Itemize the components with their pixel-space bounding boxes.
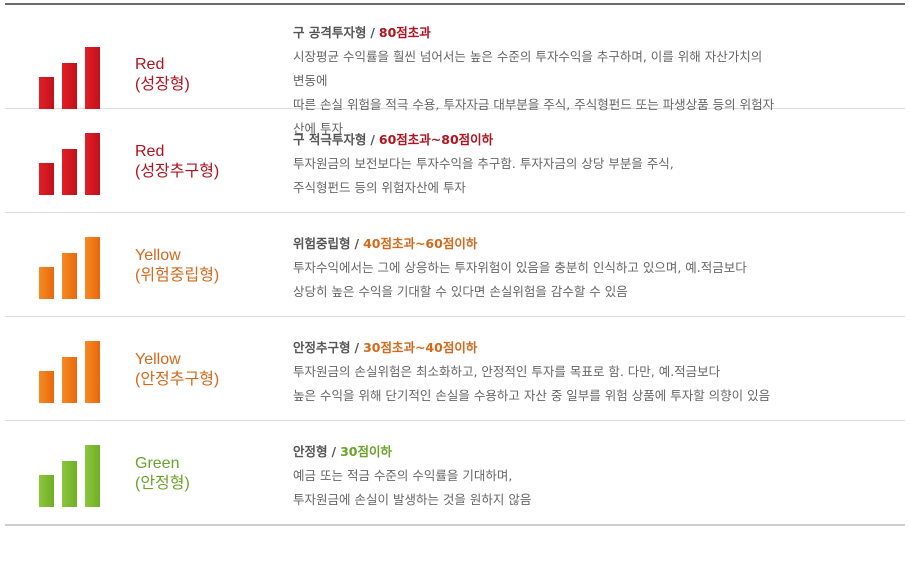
heading-separator: / [354,236,360,251]
bar-chart-bar-mid [62,461,77,507]
risk-type-table: Red (성장형) 구 공격투자형 / 80점초과 시장평균 수익률을 훨씬 넘… [5,3,905,526]
bar-chart-bar-high [85,133,100,195]
bar-chart-icon [39,445,101,507]
bar-chart-bar-mid [62,63,77,109]
risk-color-name: Yellow [135,247,181,264]
risk-row-growth-seeking: Red (성장추구형) 구 적극투자형 / 60점초과~80점이하 투자원금의 … [5,109,905,213]
risk-heading: 위험중립형 [293,236,351,251]
risk-label: Green (안정형) [135,454,275,494]
risk-heading: 구 공격투자형 [293,25,367,40]
risk-label: Red (성장추구형) [135,142,275,182]
bar-chart-icon [39,341,101,403]
risk-type-label: (안정추구형) [135,371,220,388]
description-line: 투자수익에서는 그에 상응하는 투자위험이 있음을 충분히 인식하고 있으며, … [293,260,747,275]
description-line: 투자원금의 보전보다는 투자수익을 추구함. 투자자금의 상당 부분을 주식, [293,156,674,171]
bar-chart-bar-high [85,445,100,507]
heading-separator: / [370,25,375,40]
description-line: 예금 또는 적금 수준의 수익률을 기대하며, [293,468,513,483]
risk-description: 구 적극투자형 / 60점초과~80점이하 투자원금의 보전보다는 투자수익을 … [293,128,898,200]
risk-row-neutral: Yellow (위험중립형) 위험중립형 / 40점초과~60점이하 투자수익에… [5,213,905,317]
risk-row-stability-seeking: Yellow (안정추구형) 안정추구형 / 30점초과~40점이하 투자원금의… [5,317,905,421]
description-line: 상당히 높은 수익을 기대할 수 있다면 손실위험을 감수할 수 있음 [293,284,628,299]
risk-type-label: (성장형) [135,76,190,93]
bar-chart-icon [39,133,101,195]
risk-color-name: Red [135,56,165,73]
risk-type-label: (안정형) [135,475,190,492]
description-line: 주식형펀드 등의 위험자산에 투자 [293,180,466,195]
bar-chart-bar-mid [62,357,77,403]
bar-chart-bar-low [39,267,54,299]
risk-color-name: Green [135,455,180,472]
risk-heading: 안정형 [293,444,328,459]
risk-row-stable: Green (안정형) 안정형 / 30점이하 예금 또는 적금 수준의 수익률… [5,421,905,526]
risk-label: Red (성장형) [135,55,275,95]
bar-chart-bar-high [85,237,100,299]
bar-chart-bar-high [85,341,100,403]
bar-chart-bar-low [39,371,54,403]
heading-separator: / [354,340,360,355]
risk-color-name: Red [135,143,165,160]
risk-score-range: 40점초과~60점이하 [363,236,478,251]
description-line: 투자원금에 손실이 발생하는 것을 원하지 않음 [293,492,532,507]
bar-chart-icon [39,47,101,109]
risk-label: Yellow (안정추구형) [135,350,275,390]
bar-chart-icon [39,237,101,299]
description-line: 변동에 [293,73,328,88]
bar-chart-bar-high [85,47,100,109]
risk-type-label: (성장추구형) [135,163,220,180]
risk-heading: 구 적극투자형 [293,132,367,147]
description-line: 시장평균 수익률을 훨씬 넘어서는 높은 수준의 투자수익을 추구하며, 이를 … [293,49,763,64]
risk-label: Yellow (위험중립형) [135,246,275,286]
description-line: 높은 수익을 위해 단기적인 손실을 수용하고 자산 중 일부를 위험 상품에 … [293,388,771,403]
description-line: 투자원금의 손실위험은 최소화하고, 안정적인 투자를 목표로 함. 다만, 예… [293,364,721,379]
bar-chart-bar-mid [62,149,77,195]
risk-score-range: 60점초과~80점이하 [378,132,494,147]
bar-chart-bar-low [39,163,54,195]
risk-type-label: (위험중립형) [135,267,220,284]
risk-description: 안정형 / 30점이하 예금 또는 적금 수준의 수익률을 기대하며, 투자원금… [293,440,898,512]
risk-score-range: 30점이하 [340,444,392,459]
bar-chart-bar-mid [62,253,77,299]
risk-description: 위험중립형 / 40점초과~60점이하 투자수익에서는 그에 상응하는 투자위험… [293,232,898,304]
heading-separator: / [331,444,337,459]
risk-heading: 안정추구형 [293,340,351,355]
heading-separator: / [370,132,375,147]
risk-description: 안정추구형 / 30점초과~40점이하 투자원금의 손실위험은 최소화하고, 안… [293,336,898,408]
risk-color-name: Yellow [135,351,181,368]
risk-score-range: 30점초과~40점이하 [363,340,478,355]
risk-row-growth: Red (성장형) 구 공격투자형 / 80점초과 시장평균 수익률을 훨씬 넘… [5,5,905,136]
bar-chart-bar-low [39,475,54,507]
risk-score-range: 80점초과 [378,25,431,40]
bar-chart-bar-low [39,77,54,109]
